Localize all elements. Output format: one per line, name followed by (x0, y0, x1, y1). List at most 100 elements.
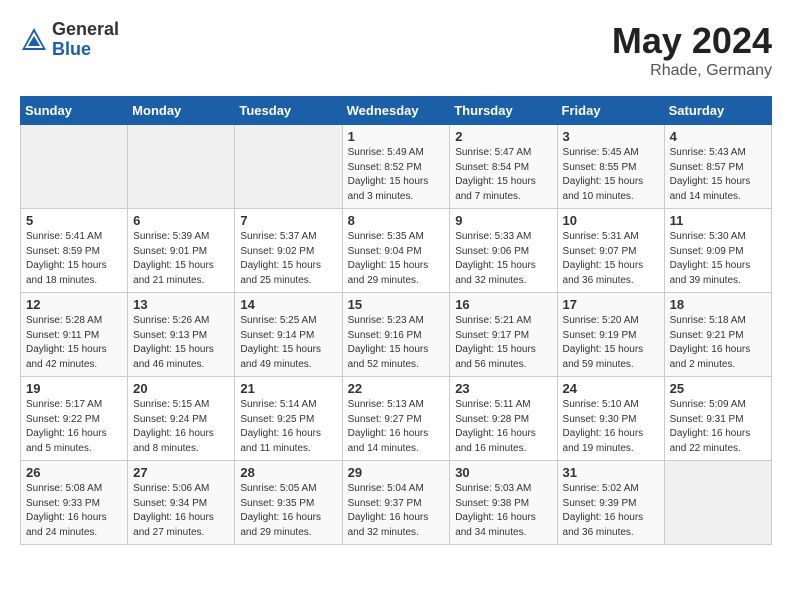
calendar-cell: 31 Sunrise: 5:02 AM Sunset: 9:39 PM Dayli… (557, 461, 664, 545)
day-info: Sunrise: 5:47 AM Sunset: 8:54 PM Dayligh… (455, 146, 551, 204)
day-info: Sunrise: 5:49 AM Sunset: 8:52 PM Dayligh… (348, 146, 445, 204)
day-number: 2 (455, 129, 551, 144)
calendar-cell: 19 Sunrise: 5:17 AM Sunset: 9:22 PM Dayli… (21, 377, 128, 461)
day-info: Sunrise: 5:04 AM Sunset: 9:37 PM Dayligh… (348, 482, 445, 540)
logo-general: General (52, 20, 119, 40)
day-info: Sunrise: 5:28 AM Sunset: 9:11 PM Dayligh… (26, 314, 122, 372)
calendar-cell: 25 Sunrise: 5:09 AM Sunset: 9:31 PM Dayli… (664, 377, 771, 461)
calendar-cell: 1 Sunrise: 5:49 AM Sunset: 8:52 PM Daylig… (342, 125, 450, 209)
day-number: 16 (455, 297, 551, 312)
day-number: 1 (348, 129, 445, 144)
calendar-header-row: SundayMondayTuesdayWednesdayThursdayFrid… (21, 97, 772, 125)
day-number: 21 (240, 381, 336, 396)
day-info: Sunrise: 5:26 AM Sunset: 9:13 PM Dayligh… (133, 314, 229, 372)
calendar-cell: 9 Sunrise: 5:33 AM Sunset: 9:06 PM Daylig… (450, 209, 557, 293)
calendar-cell: 17 Sunrise: 5:20 AM Sunset: 9:19 PM Dayli… (557, 293, 664, 377)
day-number: 25 (670, 381, 766, 396)
day-info: Sunrise: 5:14 AM Sunset: 9:25 PM Dayligh… (240, 398, 336, 456)
calendar-cell: 11Sunrise: 5:30 AM Sunset: 9:09 PM Dayli… (664, 209, 771, 293)
day-number: 9 (455, 213, 551, 228)
calendar-cell: 4 Sunrise: 5:43 AM Sunset: 8:57 PM Daylig… (664, 125, 771, 209)
calendar-cell: 10 Sunrise: 5:31 AM Sunset: 9:07 PM Dayli… (557, 209, 664, 293)
calendar-cell: 6 Sunrise: 5:39 AM Sunset: 9:01 PM Daylig… (128, 209, 235, 293)
day-number: 7 (240, 213, 336, 228)
logo: General Blue (20, 20, 119, 60)
calendar-table: SundayMondayTuesdayWednesdayThursdayFrid… (20, 96, 772, 545)
day-header-tuesday: Tuesday (235, 97, 342, 125)
day-number: 17 (563, 297, 659, 312)
day-number: 4 (670, 129, 766, 144)
day-number: 27 (133, 465, 229, 480)
calendar-week-row: 5 Sunrise: 5:41 AM Sunset: 8:59 PM Daylig… (21, 209, 772, 293)
calendar-cell: 30 Sunrise: 5:03 AM Sunset: 9:38 PM Dayli… (450, 461, 557, 545)
day-number: 15 (348, 297, 445, 312)
calendar-cell: 28Sunrise: 5:05 AM Sunset: 9:35 PM Dayli… (235, 461, 342, 545)
day-number: 26 (26, 465, 122, 480)
day-info: Sunrise: 5:20 AM Sunset: 9:19 PM Dayligh… (563, 314, 659, 372)
calendar-cell: 21 Sunrise: 5:14 AM Sunset: 9:25 PM Dayli… (235, 377, 342, 461)
day-number: 23 (455, 381, 551, 396)
day-number: 18 (670, 297, 766, 312)
calendar-cell: 20 Sunrise: 5:15 AM Sunset: 9:24 PM Dayli… (128, 377, 235, 461)
day-info: Sunrise: 5:13 AM Sunset: 9:27 PM Dayligh… (348, 398, 445, 456)
day-number: 8 (348, 213, 445, 228)
day-info: Sunrise: 5:25 AM Sunset: 9:14 PM Dayligh… (240, 314, 336, 372)
day-header-thursday: Thursday (450, 97, 557, 125)
day-number: 29 (348, 465, 445, 480)
logo-text: General Blue (52, 20, 119, 60)
day-number: 13 (133, 297, 229, 312)
day-info: Sunrise: 5:03 AM Sunset: 9:38 PM Dayligh… (455, 482, 551, 540)
day-number: 19 (26, 381, 122, 396)
day-info: Sunrise: 5:18 AM Sunset: 9:21 PM Dayligh… (670, 314, 766, 372)
calendar-cell: 27Sunrise: 5:06 AM Sunset: 9:34 PM Dayli… (128, 461, 235, 545)
day-info: Sunrise: 5:37 AM Sunset: 9:02 PM Dayligh… (240, 230, 336, 288)
calendar-cell: 23 Sunrise: 5:11 AM Sunset: 9:28 PM Dayli… (450, 377, 557, 461)
day-number: 12 (26, 297, 122, 312)
day-info: Sunrise: 5:31 AM Sunset: 9:07 PM Dayligh… (563, 230, 659, 288)
logo-icon (20, 26, 48, 54)
day-number: 6 (133, 213, 229, 228)
day-number: 3 (563, 129, 659, 144)
calendar-week-row: 19 Sunrise: 5:17 AM Sunset: 9:22 PM Dayli… (21, 377, 772, 461)
calendar-week-row: 1 Sunrise: 5:49 AM Sunset: 8:52 PM Daylig… (21, 125, 772, 209)
day-info: Sunrise: 5:15 AM Sunset: 9:24 PM Dayligh… (133, 398, 229, 456)
title-block: May 2024 Rhade, Germany (612, 20, 772, 80)
calendar-cell: 12 Sunrise: 5:28 AM Sunset: 9:11 PM Dayli… (21, 293, 128, 377)
day-number: 5 (26, 213, 122, 228)
day-info: Sunrise: 5:45 AM Sunset: 8:55 PM Dayligh… (563, 146, 659, 204)
calendar-cell: 8Sunrise: 5:35 AM Sunset: 9:04 PM Daylig… (342, 209, 450, 293)
day-info: Sunrise: 5:11 AM Sunset: 9:28 PM Dayligh… (455, 398, 551, 456)
day-info: Sunrise: 5:39 AM Sunset: 9:01 PM Dayligh… (133, 230, 229, 288)
calendar-week-row: 26 Sunrise: 5:08 AM Sunset: 9:33 PM Dayli… (21, 461, 772, 545)
day-info: Sunrise: 5:30 AM Sunset: 9:09 PM Dayligh… (670, 230, 766, 288)
day-info: Sunrise: 5:08 AM Sunset: 9:33 PM Dayligh… (26, 482, 122, 540)
calendar-cell: 2 Sunrise: 5:47 AM Sunset: 8:54 PM Daylig… (450, 125, 557, 209)
day-number: 22 (348, 381, 445, 396)
calendar-cell: 15 Sunrise: 5:23 AM Sunset: 9:16 PM Dayli… (342, 293, 450, 377)
month-year: May 2024 (612, 20, 772, 62)
day-header-sunday: Sunday (21, 97, 128, 125)
day-info: Sunrise: 5:05 AM Sunset: 9:35 PM Dayligh… (240, 482, 336, 540)
day-info: Sunrise: 5:10 AM Sunset: 9:30 PM Dayligh… (563, 398, 659, 456)
day-info: Sunrise: 5:09 AM Sunset: 9:31 PM Dayligh… (670, 398, 766, 456)
day-number: 14 (240, 297, 336, 312)
day-number: 30 (455, 465, 551, 480)
day-header-wednesday: Wednesday (342, 97, 450, 125)
day-info: Sunrise: 5:02 AM Sunset: 9:39 PM Dayligh… (563, 482, 659, 540)
day-info: Sunrise: 5:17 AM Sunset: 9:22 PM Dayligh… (26, 398, 122, 456)
calendar-cell: 5 Sunrise: 5:41 AM Sunset: 8:59 PM Daylig… (21, 209, 128, 293)
calendar-cell: 26 Sunrise: 5:08 AM Sunset: 9:33 PM Dayli… (21, 461, 128, 545)
calendar-cell: 7 Sunrise: 5:37 AM Sunset: 9:02 PM Daylig… (235, 209, 342, 293)
day-info: Sunrise: 5:43 AM Sunset: 8:57 PM Dayligh… (670, 146, 766, 204)
day-number: 10 (563, 213, 659, 228)
calendar-cell: 22 Sunrise: 5:13 AM Sunset: 9:27 PM Dayli… (342, 377, 450, 461)
day-number: 24 (563, 381, 659, 396)
day-number: 20 (133, 381, 229, 396)
location: Rhade, Germany (612, 62, 772, 80)
calendar-cell (21, 125, 128, 209)
day-info: Sunrise: 5:41 AM Sunset: 8:59 PM Dayligh… (26, 230, 122, 288)
day-info: Sunrise: 5:23 AM Sunset: 9:16 PM Dayligh… (348, 314, 445, 372)
day-number: 31 (563, 465, 659, 480)
day-info: Sunrise: 5:33 AM Sunset: 9:06 PM Dayligh… (455, 230, 551, 288)
calendar-week-row: 12 Sunrise: 5:28 AM Sunset: 9:11 PM Dayli… (21, 293, 772, 377)
